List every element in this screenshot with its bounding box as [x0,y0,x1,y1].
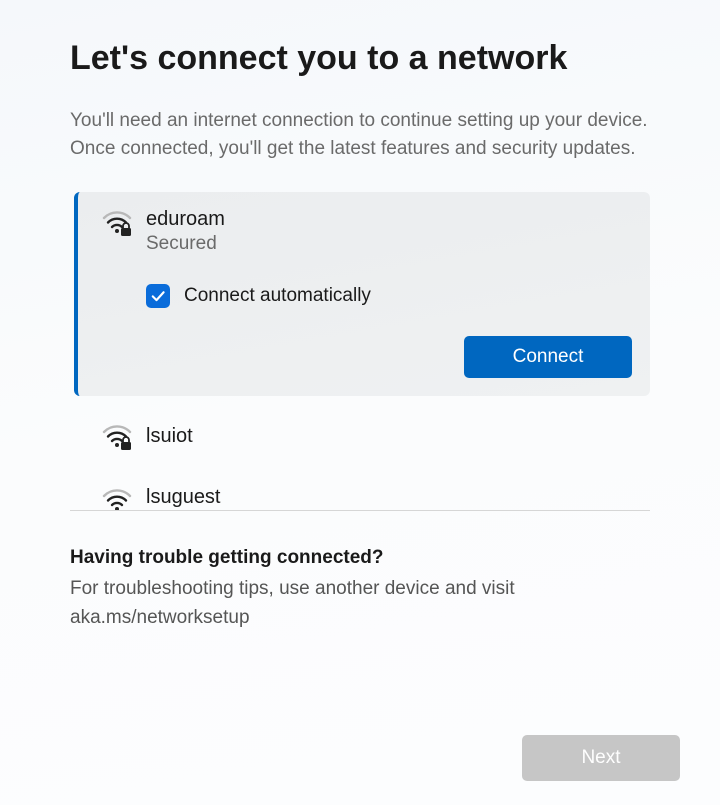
wifi-secured-icon [102,208,132,238]
connect-row: Connect [102,336,632,378]
connect-automatically-label: Connect automatically [184,285,371,307]
page-subtitle: You'll need an internet connection to co… [70,107,650,164]
wifi-secured-icon [102,422,132,452]
connect-button[interactable]: Connect [464,336,632,378]
network-security: Secured [146,232,632,257]
trouble-text: For troubleshooting tips, use another de… [70,575,650,632]
connect-automatically-row[interactable]: Connect automatically [146,284,632,308]
network-name: lsuiot [146,423,193,449]
network-item[interactable]: lsuguest [74,468,650,510]
network-name: lsuguest [146,484,221,510]
network-name: eduroam [146,206,632,232]
network-item-selected[interactable]: eduroam Secured Connect automatically Co… [74,192,650,397]
connect-automatically-checkbox[interactable] [146,284,170,308]
check-icon [149,287,167,305]
wifi-icon [102,486,132,510]
next-button[interactable]: Next [522,735,680,781]
network-info: eduroam Secured [146,206,632,257]
network-row: eduroam Secured [102,206,632,257]
trouble-title: Having trouble getting connected? [70,547,650,569]
footer: Next [522,735,680,781]
page-title: Let's connect you to a network [70,38,650,79]
network-list: eduroam Secured Connect automatically Co… [74,192,650,511]
trouble-section: Having trouble getting connected? For tr… [0,511,720,632]
network-item[interactable]: lsuiot [74,404,650,468]
